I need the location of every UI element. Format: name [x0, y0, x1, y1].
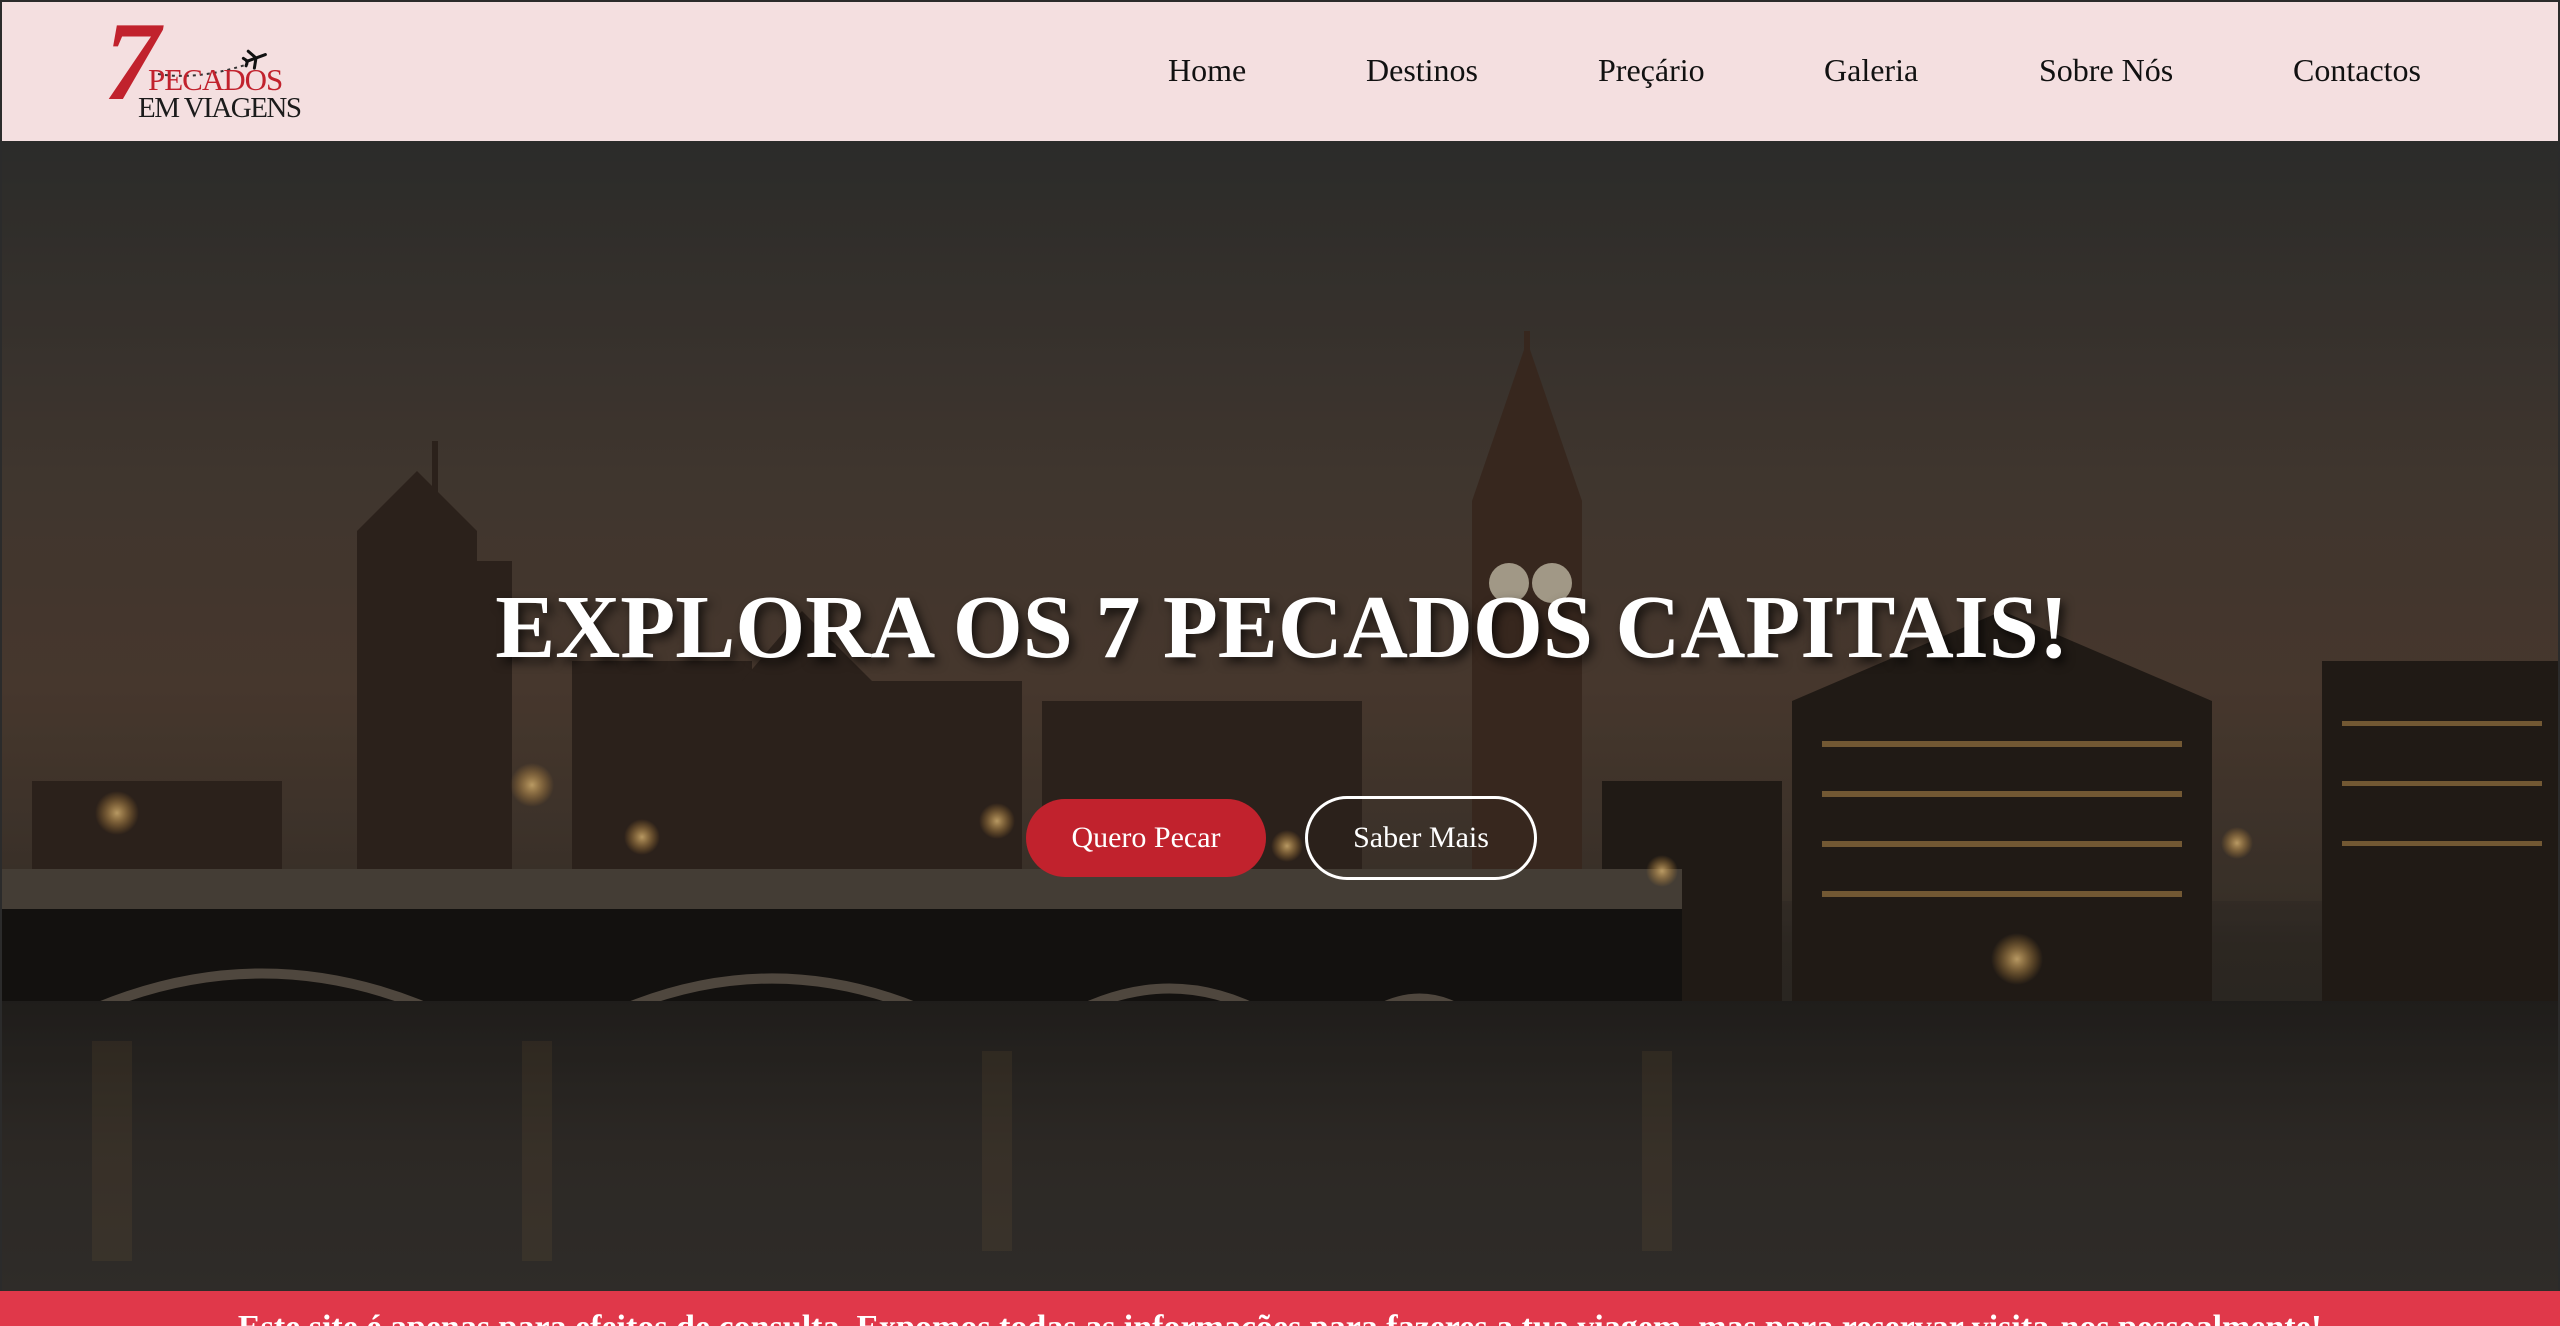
- nav-item-contactos[interactable]: Contactos: [2293, 48, 2421, 92]
- notice-banner: Este site é apenas para efeitos de consu…: [0, 1291, 2560, 1326]
- nav-item-sobre-nos[interactable]: Sobre Nós: [2039, 48, 2173, 92]
- nav-item-galeria[interactable]: Galeria: [1824, 48, 1918, 92]
- nav-item-precario[interactable]: Preçário: [1598, 48, 1705, 92]
- saber-mais-button[interactable]: Saber Mais: [1305, 796, 1537, 880]
- hero-dark-overlay: [2, 141, 2558, 1291]
- hero-section: EXPLORA OS 7 PECADOS CAPITAIS! Quero Pec…: [0, 141, 2560, 1291]
- quero-pecar-button[interactable]: Quero Pecar: [1026, 799, 1266, 877]
- page: 7 PECADOS EM VIAGENS Home Destinos Preçá…: [0, 0, 2560, 1326]
- main-nav: Home Destinos Preçário Galeria Sobre Nós…: [2, 2, 2560, 143]
- site-header: 7 PECADOS EM VIAGENS Home Destinos Preçá…: [0, 0, 2560, 141]
- nav-item-home[interactable]: Home: [1168, 48, 1246, 92]
- nav-item-destinos[interactable]: Destinos: [1366, 48, 1478, 92]
- notice-text: Este site é apenas para efeitos de consu…: [0, 1309, 2560, 1326]
- hero-title: EXPLORA OS 7 PECADOS CAPITAIS!: [495, 578, 2069, 677]
